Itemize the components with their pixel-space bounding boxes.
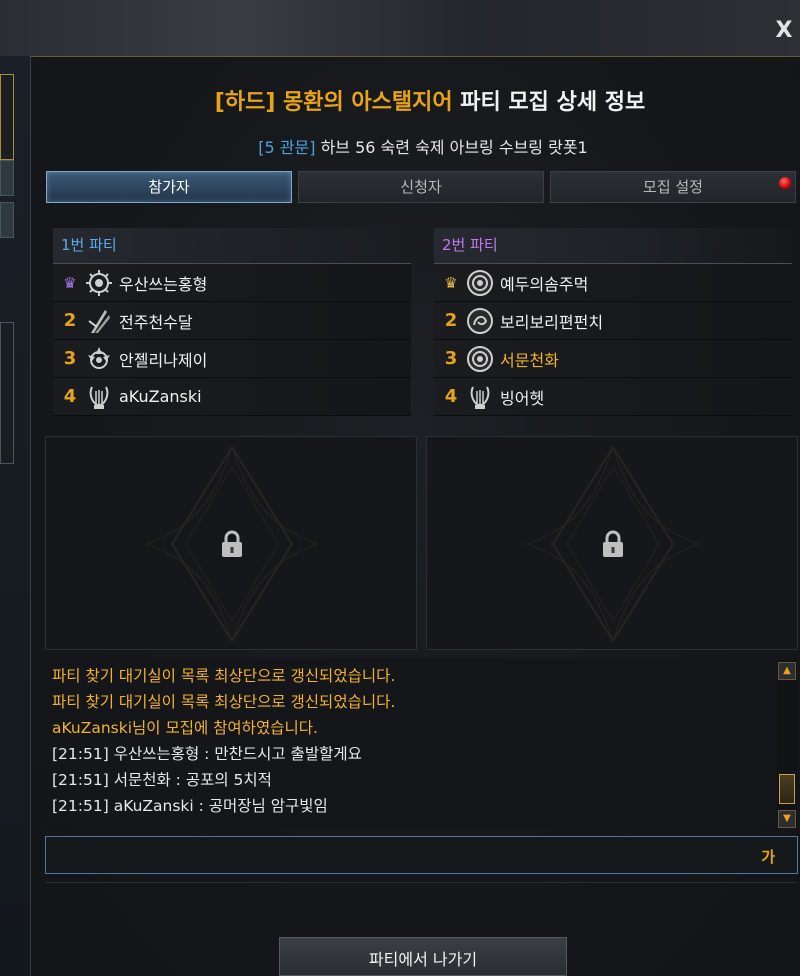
chat-message: [21:51] 서문천화 : 공포의 5치적: [52, 771, 272, 789]
leader-crown-icon: ♛: [63, 273, 77, 292]
party-member[interactable]: 2 보리보리편펀치: [434, 302, 792, 340]
leader-crown-icon: ♛: [444, 273, 458, 292]
background-scene: [0, 0, 800, 56]
party-1-title: 1번 파티: [53, 228, 411, 264]
member-slot-number: 4: [63, 386, 77, 407]
window-title: [하드] 몽환의 아스탤지어 파티 모집 상세 정보: [0, 84, 800, 116]
lock-icon: [222, 530, 242, 557]
tab-recruit-settings[interactable]: 모집 설정: [550, 171, 796, 203]
party-1-panel: 1번 파티 ♛ 우산쓰는홍형 2 전주천수달 3 안젤리나제이 4 aKuZan…: [53, 228, 411, 416]
member-name: 안젤리나제이: [119, 350, 208, 370]
lock-icon: [603, 530, 623, 557]
chat-message: [21:51] aKuZanski : 공머장님 암구빛임: [52, 797, 328, 815]
ime-indicator[interactable]: 가: [761, 846, 775, 867]
chat-message: [21:51] 우산쓰는홍형 : 만찬드시고 출발할게요: [52, 745, 362, 763]
recruit-description: 하브 56 숙련 숙제 아브링 수브링 랏폿1: [320, 138, 588, 157]
locked-party-slot: [45, 436, 417, 650]
chat-system-message: aKuZanski님이 모집에 참여하였습니다.: [52, 719, 318, 737]
chat-system-message: 파티 찾기 대기실이 목록 최상단으로 갱신되었습니다.: [52, 667, 396, 685]
blade-emblem-icon: [88, 309, 110, 333]
member-name: 보리보리편펀치: [500, 312, 604, 332]
scroll-thumb[interactable]: [779, 774, 795, 804]
raid-name: [하드] 몽환의 아스탤지어: [214, 90, 453, 115]
close-button[interactable]: X: [772, 20, 796, 44]
title-text: 파티 모집 상세 정보: [460, 90, 646, 115]
leave-party-button[interactable]: 파티에서 나가기: [279, 937, 567, 976]
divider: [45, 882, 797, 883]
party-member[interactable]: 2 전주천수달: [53, 302, 411, 340]
sun-emblem-icon: [86, 269, 112, 296]
chat-scrollbar[interactable]: ▲ ▼: [777, 660, 797, 828]
chat-input[interactable]: 가: [45, 836, 798, 874]
member-name: 예두의솜주먹: [500, 274, 589, 294]
scroll-up-icon[interactable]: ▲: [778, 662, 796, 680]
party-member[interactable]: 3 안젤리나제이: [53, 340, 411, 378]
notification-dot-icon: [779, 177, 791, 189]
locked-party-slot: [426, 436, 798, 650]
member-name: 전주천수달: [119, 312, 193, 332]
sun-emblem-icon: [88, 346, 110, 369]
party-member[interactable]: 3 서문천화: [434, 340, 792, 378]
round-emblem-icon: [467, 307, 493, 334]
party-member[interactable]: 4 aKuZanski: [53, 378, 411, 416]
member-name: 우산쓰는홍형: [119, 274, 208, 294]
member-slot-number: 2: [444, 310, 458, 331]
side-panel: [0, 56, 32, 976]
member-slot-number: 4: [444, 386, 458, 407]
party-member[interactable]: ♛ 우산쓰는홍형: [53, 264, 411, 302]
gate-label: [5 관문]: [258, 138, 316, 157]
round-emblem-icon: [467, 269, 493, 296]
member-slot-number: 3: [444, 348, 458, 369]
chat-log[interactable]: 파티 찾기 대기실이 목록 최상단으로 갱신되었습니다. 파티 찾기 대기실이 …: [45, 658, 797, 828]
tab-participants[interactable]: 참가자: [46, 171, 292, 203]
member-slot-number: 3: [63, 348, 77, 369]
member-name: aKuZanski: [119, 387, 202, 406]
lyre-icon: [89, 386, 109, 409]
tab-applicants[interactable]: 신청자: [298, 171, 544, 203]
party-member[interactable]: 4 빙어헷: [434, 378, 792, 416]
round-emblem-icon: [467, 345, 493, 372]
tab-bar: 참가자 신청자 모집 설정: [46, 171, 796, 203]
member-slot-number: 2: [63, 310, 77, 331]
chat-system-message: 파티 찾기 대기실이 목록 최상단으로 갱신되었습니다.: [52, 693, 396, 711]
member-name: 서문천화: [500, 350, 559, 370]
party-2-panel: 2번 파티 ♛ 예두의솜주먹 2 보리보리편펀치 3 서문천화 4 빙어헷: [434, 228, 792, 416]
lyre-icon: [470, 386, 490, 409]
party-member[interactable]: ♛ 예두의솜주먹: [434, 264, 792, 302]
scroll-down-icon[interactable]: ▼: [778, 810, 796, 828]
party-2-title: 2번 파티: [434, 228, 792, 264]
member-name: 빙어헷: [500, 388, 545, 408]
recruit-subtitle: [5 관문] 하브 56 숙련 숙제 아브링 수브링 랏폿1: [0, 134, 800, 158]
